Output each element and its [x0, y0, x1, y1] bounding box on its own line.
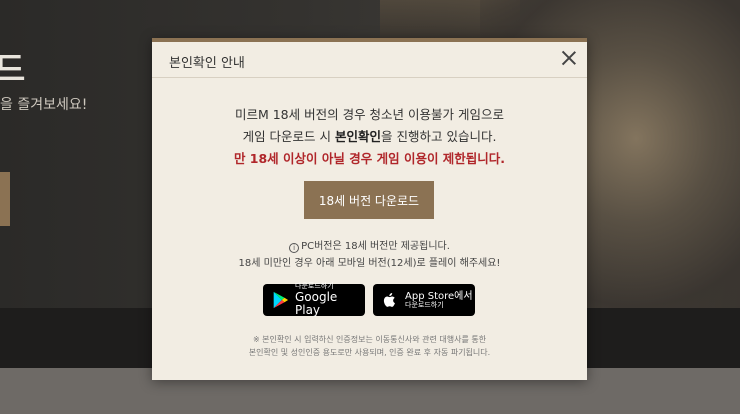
modal-title: 본인확인 안내 — [169, 56, 245, 71]
mobile-version-note: 18세 미만인 경우 아래 모바일 버전(12세)로 플레이 해주세요! — [238, 258, 501, 269]
privacy-footnote-line-1: ※ 본인확인 시 입력하신 인증정보는 이동통신사와 관련 대행사를 통한 — [252, 335, 487, 344]
google-play-label: Google Play — [295, 289, 338, 317]
message-line-2-prefix: 게임 다운로드 시 — [242, 129, 335, 144]
hero-title: 드 — [0, 50, 26, 90]
app-store-label: App Store에서 — [405, 290, 473, 302]
app-store-button[interactable]: App Store에서 다운로드하기 — [373, 284, 475, 316]
modal-header: 본인확인 안내 — [152, 42, 587, 78]
message-line-2-suffix: 을 진행하고 있습니다. — [381, 129, 497, 144]
app-store-small-label: 다운로드하기 — [405, 300, 444, 309]
privacy-footnote-line-2: 본인확인 및 성인인증 용도로만 사용되며, 인증 완료 후 자동 파기됩니다. — [248, 348, 491, 357]
message-line-1: 미르M 18세 버전의 경우 청소년 이용불가 게임으로 — [234, 107, 505, 122]
close-icon[interactable] — [561, 50, 577, 66]
identity-verification-modal: 본인확인 안내 미르M 18세 버전의 경우 청소년 이용불가 게임으로 게임 … — [152, 38, 587, 380]
hero-cta-button[interactable] — [0, 172, 10, 226]
message-line-2-bold: 본인확인 — [334, 129, 381, 144]
pc-version-note: i PC버전은 18세 버전만 제공됩니다. — [152, 237, 587, 253]
info-icon: i — [289, 243, 300, 253]
age-restriction-warning: 만 18세 이상이 아닐 경우 게임 이용이 제한됩니다. — [233, 151, 506, 166]
apple-icon — [383, 292, 395, 307]
message-line-2: 게임 다운로드 시 본인확인을 진행하고 있습니다. — [152, 126, 587, 145]
pc-version-note-text: PC버전은 18세 버전만 제공됩니다. — [301, 241, 450, 252]
google-play-button[interactable]: 다운로드하기 Google Play — [263, 282, 365, 317]
download-18-button[interactable]: 18세 버전 다운로드 — [304, 181, 434, 219]
hero-subtitle: 을 즐겨보세요! — [0, 97, 88, 113]
google-play-icon — [273, 291, 289, 309]
